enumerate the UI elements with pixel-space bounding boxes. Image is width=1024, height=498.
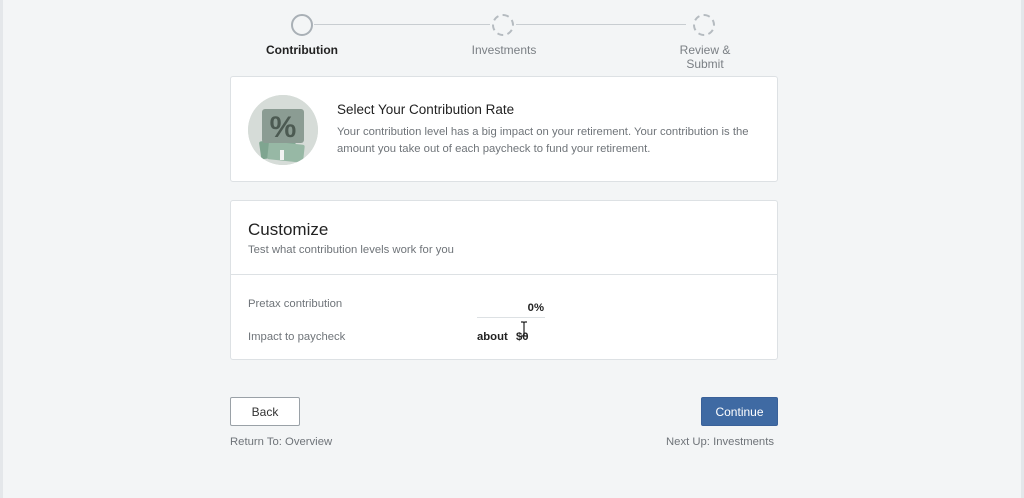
step-contribution-indicator — [291, 14, 313, 36]
continue-button[interactable]: Continue — [701, 397, 778, 426]
next-up-text: Next Up: Investments — [666, 436, 774, 448]
percent-money-icon: % — [248, 95, 318, 165]
stepper-connector — [516, 24, 686, 25]
customize-title: Customize — [248, 220, 329, 239]
customize-subtitle: Test what contribution levels work for y… — [248, 244, 454, 256]
step-review-label-line1: Review & — [679, 43, 731, 57]
paycheck-impact-prefix: about — [477, 331, 508, 343]
step-review-label: Review & Submit — [655, 43, 755, 71]
step-contribution-label: Contribution — [266, 43, 338, 57]
intro-title: Select Your Contribution Rate — [337, 102, 515, 117]
step-investments-label: Investments — [471, 43, 537, 57]
pretax-contribution-label: Pretax contribution — [248, 298, 343, 310]
step-investments-indicator — [492, 14, 514, 36]
customize-card: Customize Test what contribution levels … — [230, 200, 778, 360]
customize-divider — [231, 274, 777, 275]
step-review-label-line2: Submit — [686, 57, 724, 71]
intro-description: Your contribution level has a big impact… — [337, 126, 749, 155]
step-review-indicator — [693, 14, 715, 36]
paycheck-impact-label: Impact to paycheck — [248, 331, 346, 343]
pretax-contribution-input[interactable] — [477, 298, 545, 318]
contribution-intro-card: % Select Your Contribution Rate Your con… — [230, 76, 778, 182]
svg-text:%: % — [270, 111, 297, 144]
return-to-overview-text: Return To: Overview — [230, 436, 333, 448]
text-cursor-icon — [521, 321, 527, 337]
stepper-connector — [314, 24, 490, 25]
progress-stepper: Contribution Investments Review & Submit — [0, 0, 1024, 80]
back-button[interactable]: Back — [230, 397, 300, 426]
